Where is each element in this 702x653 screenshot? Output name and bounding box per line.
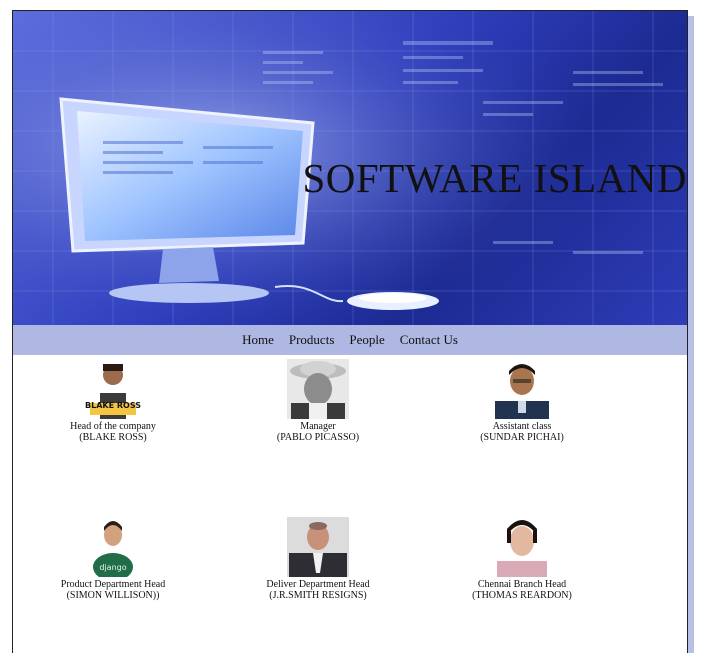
- nav-people[interactable]: People: [349, 332, 384, 348]
- person-photo: BLAKE ROSS: [82, 359, 144, 419]
- person-photo: [287, 517, 349, 577]
- person-card: Manager (PABLO PICASSO): [218, 359, 418, 443]
- person-role: Assistant class: [492, 421, 552, 432]
- person-photo: [287, 359, 349, 419]
- site-title: SOFTWARE ISLAND: [302, 155, 687, 201]
- nav-products[interactable]: Products: [289, 332, 335, 348]
- person-name: (BLAKE ROSS): [79, 432, 147, 443]
- person-name: (SUNDAR PICHAI): [480, 432, 564, 443]
- main-nav: Home Products People Contact Us: [13, 325, 687, 355]
- page-container: SOFTWARE ISLAND Home Products People Con…: [12, 10, 688, 653]
- photo-caption: django: [99, 563, 126, 572]
- hero-banner: SOFTWARE ISLAND: [13, 11, 687, 325]
- person-card: django Product Department Head (SIMON WI…: [13, 517, 213, 601]
- photo-caption: BLAKE ROSS: [85, 401, 141, 410]
- person-name: (PABLO PICASSO): [276, 432, 360, 443]
- person-role: Head of the company: [70, 421, 156, 432]
- nav-home[interactable]: Home: [242, 332, 274, 348]
- person-role: Product Department Head: [60, 579, 166, 590]
- person-card: BLAKE ROSS Head of the company (BLAKE RO…: [13, 359, 213, 443]
- person-name: (SIMON WILLISON)): [66, 590, 160, 601]
- person-name: (J.R.SMITH RESIGNS): [269, 590, 367, 601]
- person-card: Chennai Branch Head (THOMAS REARDON): [422, 517, 622, 601]
- person-card: Deliver Department Head (J.R.SMITH RESIG…: [218, 517, 418, 601]
- person-role: Deliver Department Head: [266, 579, 370, 590]
- person-role: Chennai Branch Head: [477, 579, 567, 590]
- person-photo: [491, 517, 553, 577]
- person-photo: django: [82, 517, 144, 577]
- person-card: Assistant class (SUNDAR PICHAI): [422, 359, 622, 443]
- person-name: (THOMAS REARDON): [472, 590, 572, 601]
- nav-contact-us[interactable]: Contact Us: [400, 332, 458, 348]
- person-photo: [491, 359, 553, 419]
- person-role: Manager: [300, 421, 336, 432]
